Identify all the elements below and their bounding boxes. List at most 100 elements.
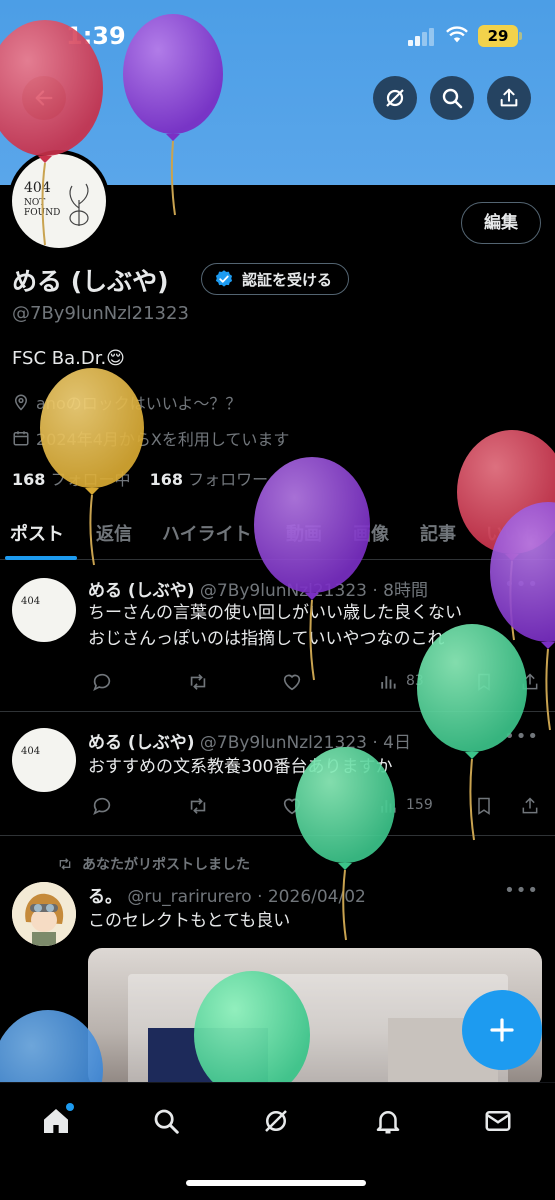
compose-button[interactable] <box>462 990 542 1070</box>
profile-avatar[interactable]: 404 NOT FOUND <box>8 150 110 252</box>
post-text-line: おじさんっぽいのは指摘していいやつなのこれ <box>88 629 445 649</box>
post-author-name: める (しぶや) <box>88 733 195 753</box>
arrow-left-icon <box>35 90 53 106</box>
avatar-text: 404 <box>24 180 51 196</box>
edit-profile-button[interactable]: 編集 <box>461 202 541 244</box>
tab-articles[interactable]: 記事 <box>420 520 456 546</box>
repost-indicator: あなたがリポストしました <box>56 854 250 874</box>
profile-name: める (しぶや) <box>12 267 169 296</box>
share-button[interactable] <box>487 76 531 120</box>
post-avatar[interactable] <box>12 882 76 946</box>
followers-label: フォロワー <box>188 470 269 489</box>
search-icon <box>154 1109 179 1134</box>
profile-tabs: ポスト 返信 ハイライト 動画 画像 記事 いいね <box>0 512 555 560</box>
bookmark-icon[interactable] <box>470 668 498 696</box>
grok-icon <box>386 89 404 107</box>
post-text-line: ちーさんの言葉の使い回しがいい歳した良くない <box>88 603 462 623</box>
repost-small-icon <box>59 858 71 870</box>
anime-avatar-icon <box>12 882 76 946</box>
profile-bio: FSC Ba.Dr.😌 <box>12 348 125 369</box>
calendar-icon <box>13 431 29 446</box>
post-item[interactable]: 404 める (しぶや) @7By9lunNzl21323 · 4日 ••• お… <box>0 712 555 836</box>
home-indicator <box>186 1180 366 1186</box>
post-author-handle: @7By9lunNzl21323 <box>199 581 367 601</box>
more-options-icon[interactable]: ••• <box>504 574 539 595</box>
post-time: · 8時間 <box>372 581 428 601</box>
reply-icon[interactable] <box>88 792 116 820</box>
post-time: · 4日 <box>372 733 411 753</box>
grok-icon <box>265 1110 287 1132</box>
bell-icon <box>376 1111 400 1134</box>
post-avatar[interactable]: 404 <box>12 578 76 642</box>
more-options-icon[interactable]: ••• <box>504 880 539 901</box>
get-verified-label: 認証を受ける <box>242 270 333 289</box>
grok-button[interactable] <box>373 76 417 120</box>
status-bar: 1:39 29 <box>0 22 555 52</box>
tab-videos[interactable]: 動画 <box>286 520 322 546</box>
followers-count: 168 <box>149 470 184 489</box>
verified-badge-icon <box>215 270 233 287</box>
post-header: める (しぶや) @7By9lunNzl21323 · 4日 <box>88 728 411 753</box>
post-avatar-text: 404 <box>21 746 41 757</box>
reply-icon[interactable] <box>88 668 116 696</box>
nav-notifications[interactable] <box>368 1101 408 1141</box>
profile-joined: 2024年4月からXを利用しています <box>12 426 289 450</box>
profile-location: anoのロックはいいよ〜？？ <box>12 390 241 414</box>
tab-replies[interactable]: 返信 <box>96 520 132 546</box>
joined-text: 2024年4月からXを利用しています <box>36 430 290 449</box>
post-author-name: る。 <box>88 887 122 907</box>
post-author-handle: @7By9lunNzl21323 <box>199 733 367 753</box>
post-item[interactable]: 404 める (しぶや) @7By9lunNzl21323 · 8時間 ••• … <box>0 560 555 712</box>
status-time: 1:39 <box>66 22 126 50</box>
share-icon[interactable] <box>516 668 544 696</box>
location-pin-icon <box>14 394 28 411</box>
post-time: · 2026/04/02 <box>257 887 366 907</box>
plus-icon <box>490 1018 514 1042</box>
views-icon[interactable] <box>374 668 402 696</box>
cellular-signal-icon <box>408 28 436 46</box>
tab-posts[interactable]: ポスト <box>10 520 64 546</box>
post-header: める (しぶや) @7By9lunNzl21323 · 8時間 <box>88 576 428 601</box>
mail-icon <box>485 1111 511 1131</box>
avatar-text-2: NOT FOUND <box>24 198 61 218</box>
followers-link[interactable]: 168 フォロワー <box>150 470 269 489</box>
nav-home[interactable] <box>36 1101 76 1141</box>
battery-indicator: 29 <box>478 25 522 47</box>
repost-label: あなたがリポストしました <box>82 857 250 873</box>
nav-messages[interactable] <box>478 1101 518 1141</box>
post-text-line: このセレクトもとても良い <box>88 911 291 931</box>
nav-search[interactable] <box>146 1101 186 1141</box>
views-icon[interactable] <box>374 792 402 820</box>
search-button[interactable] <box>430 76 474 120</box>
location-text: anoのロックはいいよ〜？？ <box>36 394 242 413</box>
tab-highlights[interactable]: ハイライト <box>162 520 252 546</box>
notification-dot <box>66 1103 74 1111</box>
plant-icon <box>69 183 89 226</box>
bookmark-icon[interactable] <box>470 792 498 820</box>
following-link[interactable]: 168 フォロー中 <box>12 470 131 489</box>
views-count: 83 <box>406 673 424 689</box>
tab-images[interactable]: 画像 <box>353 520 389 546</box>
following-count: 168 <box>12 470 46 489</box>
post-author-name: める (しぶや) <box>88 581 195 601</box>
following-label: フォロー中 <box>50 470 131 489</box>
wifi-icon <box>446 26 468 43</box>
post-avatar[interactable]: 404 <box>12 728 76 792</box>
search-icon <box>442 88 463 109</box>
views-count: 159 <box>406 797 433 813</box>
profile-handle: @7By9lunNzl21323 <box>12 303 189 324</box>
post-author-handle: @ru_rarirurero <box>127 887 252 907</box>
repost-icon[interactable] <box>184 792 212 820</box>
repost-icon[interactable] <box>184 668 212 696</box>
like-icon[interactable] <box>278 792 306 820</box>
post-text-line: おすすめの文系教養300番台ありますか <box>88 757 393 777</box>
more-options-icon[interactable]: ••• <box>504 726 539 747</box>
nav-grok[interactable] <box>256 1101 296 1141</box>
get-verified-button[interactable]: 認証を受ける <box>201 263 350 295</box>
share-icon <box>500 88 518 107</box>
follow-stats: 168 フォロー中 168 フォロワー <box>12 466 268 490</box>
share-icon[interactable] <box>516 792 544 820</box>
tab-likes[interactable]: いいね <box>486 520 540 546</box>
back-button[interactable] <box>22 76 66 120</box>
like-icon[interactable] <box>278 668 306 696</box>
